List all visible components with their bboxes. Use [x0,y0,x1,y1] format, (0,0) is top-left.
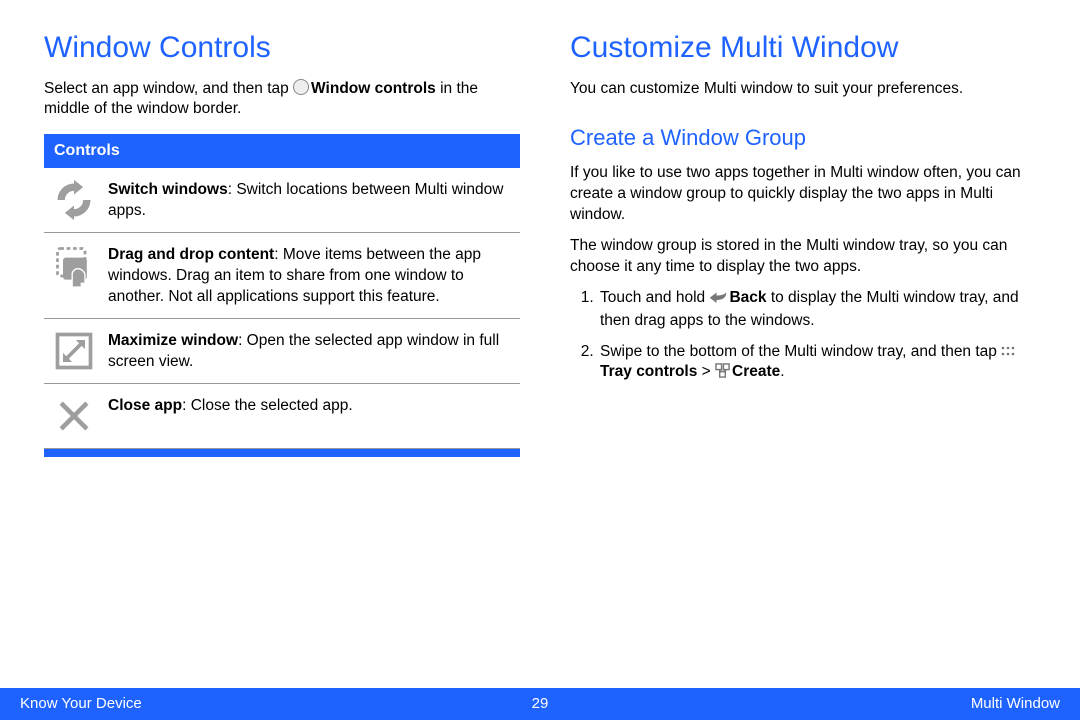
create-group-steps: Touch and hold Back to display the Multi… [578,288,1046,386]
maximize-text: Maximize window: Open the selected app w… [108,329,512,373]
table-row: Drag and drop content: Move items betwee… [44,233,520,319]
close-label: Close app [108,397,182,414]
list-item: Swipe to the bottom of the Multi window … [598,342,1046,386]
window-controls-intro: Select an app window, and then tap Windo… [44,79,520,121]
step2-sep: > [697,363,715,380]
list-item: Touch and hold Back to display the Multi… [598,288,1046,332]
maximize-label: Maximize window [108,332,238,349]
maximize-icon [52,329,96,373]
step2-before: Swipe to the bottom of the Multi window … [600,343,1001,360]
controls-table-header: Controls [44,134,520,168]
table-row: Switch windows: Switch locations between… [44,168,520,233]
close-text: Close app: Close the selected app. [108,394,512,417]
customize-heading: Customize Multi Window [570,28,1046,69]
switch-windows-label: Switch windows [108,181,228,198]
window-controls-handle-icon [293,79,309,95]
switch-icon [52,178,96,222]
step1-before: Touch and hold [600,289,709,306]
left-column: Window Controls Select an app window, an… [44,28,520,457]
footer-right: Multi Window [971,694,1060,714]
step2-bold1: Tray controls [600,363,697,380]
create-group-p2: The window group is stored in the Multi … [570,236,1046,278]
two-column-layout: Window Controls Select an app window, an… [44,28,1046,457]
step2-end: . [780,363,784,380]
close-icon [52,394,96,438]
tray-controls-icon [1001,342,1015,352]
dragdrop-icon [52,243,96,287]
table-row: Maximize window: Open the selected app w… [44,319,520,384]
switch-windows-text: Switch windows: Switch locations between… [108,178,512,222]
step1-bold: Back [729,289,766,306]
intro-text-before: Select an app window, and then tap [44,80,293,97]
back-icon [709,290,727,311]
close-desc: : Close the selected app. [182,397,353,414]
window-controls-heading: Window Controls [44,28,520,69]
manual-page: Window Controls Select an app window, an… [0,0,1080,720]
create-group-p1: If you like to use two apps together in … [570,163,1046,226]
controls-table: Controls Switch windows: Switch location… [44,134,520,456]
intro-bold: Window controls [311,80,436,97]
table-row: Close app: Close the selected app. [44,384,520,449]
right-column: Customize Multi Window You can customize… [570,28,1046,457]
create-group-heading: Create a Window Group [570,123,1046,153]
customize-intro: You can customize Multi window to suit y… [570,79,1046,100]
footer-left: Know Your Device [20,694,142,714]
page-footer: Know Your Device 29 Multi Window [0,688,1080,720]
dragdrop-text: Drag and drop content: Move items betwee… [108,243,512,308]
create-icon [715,363,730,385]
dragdrop-label: Drag and drop content [108,246,274,263]
step2-bold2: Create [732,363,780,380]
controls-table-footer-bar [44,449,520,457]
footer-page-number: 29 [532,694,549,714]
